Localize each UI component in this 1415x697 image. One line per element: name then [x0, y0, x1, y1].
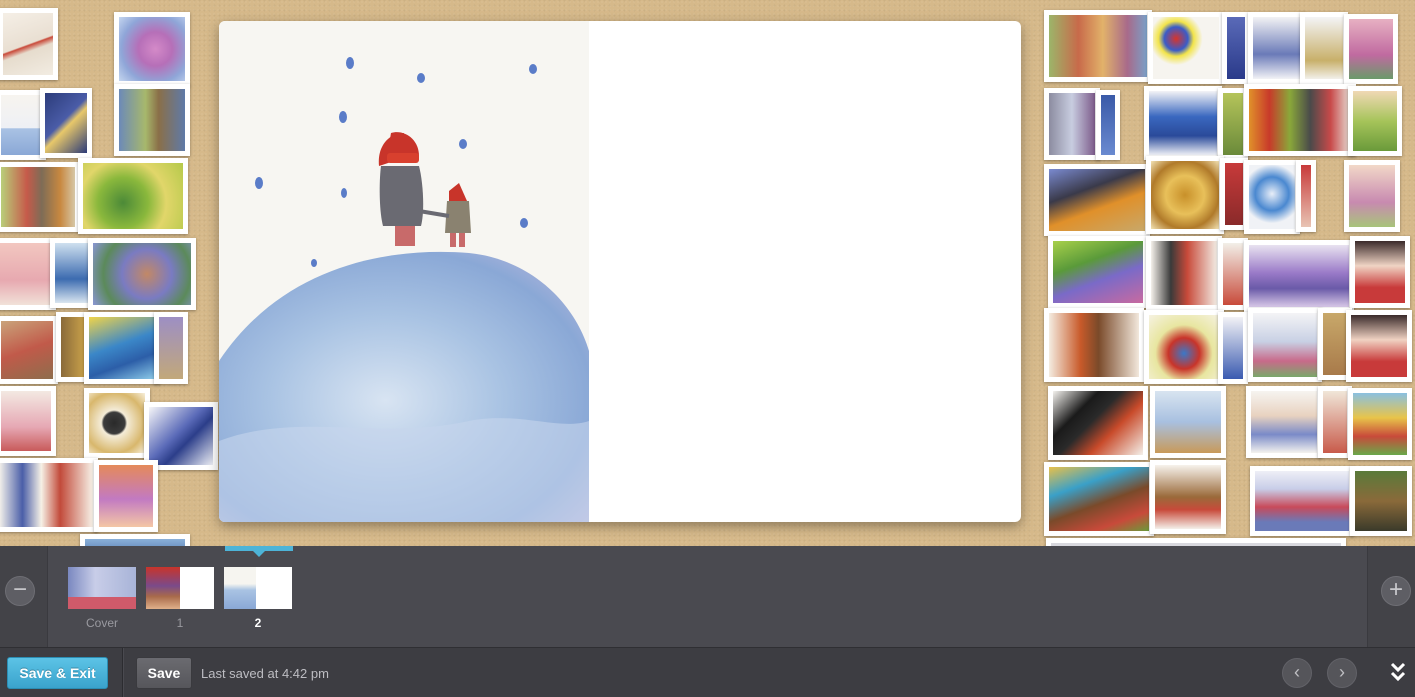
photo-thumb[interactable] [1048, 236, 1148, 308]
photo-thumb[interactable] [1244, 240, 1354, 312]
page-thumb-label: 1 [176, 616, 184, 630]
plus-icon: + [1388, 576, 1403, 603]
photo-thumb[interactable] [1344, 14, 1398, 84]
photo-thumb[interactable] [1350, 236, 1410, 308]
filmstrip-right-panel: + [1367, 546, 1415, 647]
photo-thumb[interactable] [114, 84, 190, 156]
photo-thumb[interactable] [1344, 160, 1400, 232]
photo-thumb[interactable] [1246, 386, 1322, 458]
photo-thumb[interactable] [1318, 386, 1352, 458]
photo-thumb[interactable] [1248, 12, 1306, 84]
page-thumb-1[interactable] [146, 567, 214, 609]
chevron-left-icon: ‹ [1294, 662, 1300, 682]
photo-thumb[interactable] [1044, 10, 1152, 82]
photo-thumb[interactable] [88, 238, 196, 310]
photo-thumb[interactable] [0, 238, 56, 310]
page-illustration[interactable] [219, 21, 589, 522]
photo-thumb[interactable] [1296, 160, 1316, 232]
double-chevron-down-icon [1390, 662, 1406, 682]
photo-thumb[interactable] [1150, 460, 1226, 534]
save-and-exit-button[interactable]: Save & Exit [7, 657, 108, 689]
photo-thumb[interactable] [1348, 86, 1402, 156]
illustration-gnomes-on-hill [219, 21, 589, 522]
page-thumb-cover[interactable] [68, 567, 136, 609]
photo-thumb[interactable] [1044, 164, 1150, 236]
photo-thumb[interactable] [78, 158, 188, 234]
photo-thumb[interactable] [0, 458, 98, 532]
photo-thumb[interactable] [0, 316, 58, 384]
collapse-panel-button[interactable] [1390, 661, 1406, 683]
zoom-in-button[interactable]: + [1381, 576, 1411, 606]
photo-thumb[interactable] [1048, 386, 1148, 460]
photo-thumb[interactable] [1144, 86, 1222, 160]
previous-page-button[interactable]: ‹ [1282, 658, 1312, 688]
zoom-out-button[interactable]: − [5, 576, 35, 606]
photo-thumb[interactable] [1146, 156, 1224, 234]
photo-thumb[interactable] [1096, 90, 1120, 160]
save-button[interactable]: Save [136, 657, 192, 689]
photo-thumb[interactable] [1044, 88, 1100, 160]
next-page-button[interactable]: › [1327, 658, 1357, 688]
last-saved-status: Last saved at 4:42 pm [201, 666, 329, 681]
photo-library-board [0, 0, 1415, 546]
page-filmstrip: − Cover 1 2 + [0, 546, 1415, 647]
photo-thumb[interactable] [1222, 12, 1250, 84]
photo-thumb[interactable] [0, 386, 56, 456]
photo-thumb[interactable] [1150, 386, 1226, 458]
page-thumb-label: Cover [85, 616, 118, 630]
photo-thumb[interactable] [1350, 466, 1412, 536]
photo-thumb[interactable] [1244, 84, 1356, 156]
photo-thumb[interactable] [84, 388, 150, 458]
photo-thumb[interactable] [1046, 538, 1346, 546]
bottom-toolbar: Save & Exit Save Last saved at 4:42 pm ‹… [0, 647, 1415, 697]
page-thumb-2[interactable] [224, 567, 292, 609]
photo-thumb[interactable] [1248, 308, 1322, 382]
photo-thumb[interactable] [1146, 236, 1222, 310]
photo-thumb[interactable] [1300, 12, 1348, 84]
chevron-right-icon: › [1339, 662, 1345, 682]
photo-thumb[interactable] [94, 460, 158, 532]
photo-thumb[interactable] [1144, 310, 1224, 384]
photo-thumb[interactable] [1348, 388, 1412, 460]
active-page-indicator [225, 546, 293, 557]
photo-thumb[interactable] [1148, 12, 1224, 84]
photo-thumb[interactable] [1250, 466, 1354, 536]
photo-thumb[interactable] [114, 12, 190, 86]
page-thumb-label: 2 [254, 616, 262, 630]
photo-thumb[interactable] [154, 312, 188, 384]
photo-thumb[interactable] [1244, 160, 1300, 234]
photo-thumb[interactable] [1044, 462, 1154, 536]
photo-thumb[interactable] [0, 8, 58, 80]
photo-thumb[interactable] [1346, 310, 1412, 382]
photo-thumb[interactable] [80, 534, 190, 546]
photo-thumb[interactable] [1218, 312, 1248, 384]
toolbar-divider [122, 648, 123, 697]
photo-thumb[interactable] [1044, 308, 1144, 382]
photo-thumb[interactable] [0, 162, 80, 232]
photo-thumb[interactable] [84, 312, 160, 384]
filmstrip-left-panel: − [0, 546, 48, 647]
book-page-spread[interactable] [219, 21, 1021, 522]
photo-thumb[interactable] [40, 88, 92, 158]
minus-icon: − [12, 576, 27, 603]
